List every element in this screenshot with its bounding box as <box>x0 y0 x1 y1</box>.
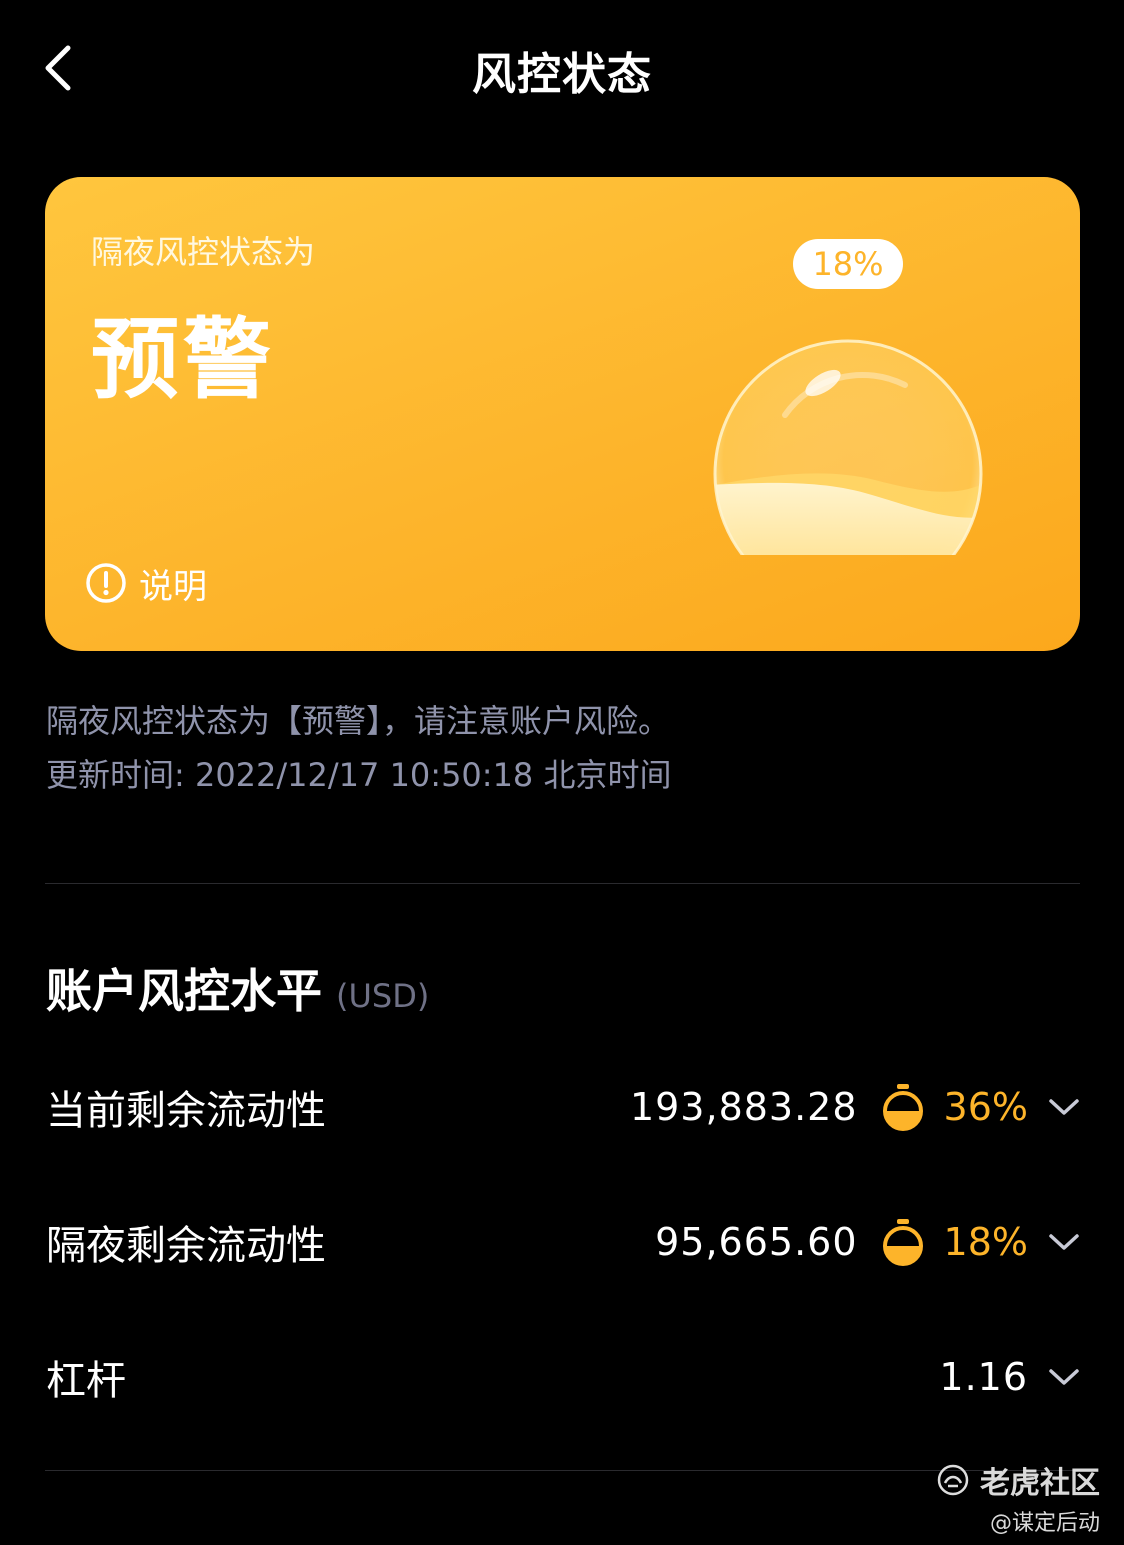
watermark-user: @谋定后动 <box>989 1511 1100 1536</box>
row-current-liquidity[interactable]: 当前剩余流动性 193,883.28 36% <box>46 1077 1080 1137</box>
row-value: 95,665.60 <box>655 1220 858 1264</box>
gauge-icon <box>882 1084 923 1131</box>
status-value: 预警 <box>91 308 276 411</box>
watermark: 老虎社区 <box>936 1458 1100 1502</box>
chevron-down-icon <box>1049 1369 1079 1385</box>
gauge-percent-label: 18% <box>812 245 883 283</box>
section-title: 账户风控水平 (USD) <box>46 955 429 1021</box>
help-button[interactable]: 说明 <box>85 561 207 607</box>
row-leverage[interactable]: 杠杆 1.16 <box>46 1347 1080 1407</box>
divider <box>45 883 1080 884</box>
row-label: 杠杆 <box>46 1358 126 1404</box>
status-subtitle: 隔夜风控状态为 <box>91 233 316 271</box>
row-value: 1.16 <box>939 1355 1028 1399</box>
row-value: 193,883.28 <box>629 1085 858 1129</box>
page-title: 风控状态 <box>472 49 652 100</box>
chevron-down-icon <box>1049 1234 1079 1250</box>
row-label: 当前剩余流动性 <box>46 1088 326 1134</box>
risk-gauge-sphere: 18% <box>713 239 983 555</box>
section-title-text: 账户风控水平 <box>46 964 322 1018</box>
update-time: 更新时间: 2022/12/17 10:50:18 北京时间 <box>46 756 672 794</box>
row-label: 隔夜剩余流动性 <box>46 1223 326 1269</box>
gauge-icon <box>882 1219 923 1266</box>
watermark-brand: 老虎社区 <box>980 1466 1100 1501</box>
info-icon <box>86 563 126 603</box>
row-percent: 36% <box>943 1085 1028 1129</box>
tiger-logo-icon <box>937 1464 969 1496</box>
chevron-down-icon <box>1049 1099 1079 1115</box>
risk-status-card: 隔夜风控状态为 预警 说明 18% <box>45 177 1080 651</box>
row-overnight-liquidity[interactable]: 隔夜剩余流动性 95,665.60 18% <box>46 1212 1080 1272</box>
divider <box>45 1470 1080 1471</box>
status-notice: 隔夜风控状态为【预警】，请注意账户风险。 <box>46 702 671 740</box>
help-label: 说明 <box>139 566 207 607</box>
section-unit: (USD) <box>336 977 430 1015</box>
row-percent: 18% <box>943 1220 1028 1264</box>
